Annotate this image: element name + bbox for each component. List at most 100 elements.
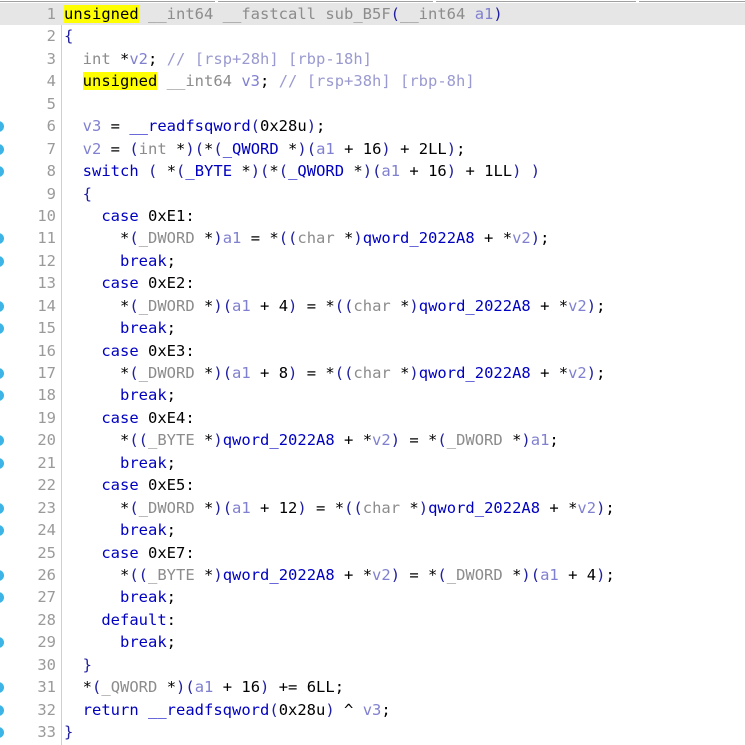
token-paren[interactable]: ) [409, 364, 418, 382]
code-line[interactable]: 24 break; [0, 519, 745, 541]
address-marker-icon[interactable] [0, 166, 4, 178]
token-punct[interactable]: * [204, 140, 213, 158]
token-paren[interactable]: ) [288, 297, 297, 315]
token-paren[interactable]: ) [288, 364, 297, 382]
breakpoint-marker-column[interactable] [0, 25, 14, 47]
breakpoint-marker-column[interactable] [0, 474, 14, 496]
code-line[interactable]: 32 return __readfsqword(0x28u) ^ v3; [0, 699, 745, 721]
token-punct[interactable]: + [391, 140, 419, 158]
token-paren[interactable]: ( [437, 431, 446, 449]
token-plain[interactable] [465, 5, 474, 23]
token-num[interactable]: 16 [241, 678, 260, 696]
token-punct[interactable]: * [503, 566, 521, 584]
token-punct[interactable]: * [157, 162, 176, 180]
token-var[interactable]: a1 [316, 140, 335, 158]
token-type[interactable]: __int64 [400, 5, 465, 23]
code-text[interactable]: break; [64, 519, 176, 541]
code-line[interactable]: 1 unsigned __int64 __fastcall sub_B5F(__i… [0, 3, 745, 26]
token-paren[interactable]: )( [521, 566, 540, 584]
token-plain[interactable] [64, 72, 83, 90]
token-num[interactable]: 0xE5 [148, 476, 185, 494]
token-kw[interactable]: default [101, 611, 166, 629]
code-text[interactable]: return __readfsqword(0x28u) ^ v3; [64, 699, 391, 721]
breakpoint-marker-column[interactable] [0, 676, 14, 698]
breakpoint-marker-column[interactable] [0, 407, 14, 429]
code-text[interactable]: unsigned __int64 __fastcall sub_B5F(__in… [64, 3, 503, 25]
code-line[interactable]: 6 v3 = __readfsqword(0x28u); [0, 115, 745, 137]
token-punct[interactable]: ; [167, 319, 176, 337]
token-var[interactable]: v3 [241, 72, 260, 90]
token-paren[interactable]: (( [279, 229, 298, 247]
token-paren[interactable]: (( [335, 364, 354, 382]
token-punct[interactable]: ; [260, 72, 269, 90]
token-punct[interactable]: * [195, 499, 213, 517]
code-text[interactable]: v2 = (int *)(*(_QWORD *)(a1 + 16) + 2LL)… [64, 138, 466, 160]
token-num[interactable]: 0xE2 [148, 274, 185, 292]
token-punct[interactable]: : [185, 476, 194, 494]
token-punct[interactable]: + [251, 364, 279, 382]
token-paren[interactable]: ( [251, 117, 260, 135]
code-text[interactable]: case 0xE3: [64, 340, 194, 362]
code-text[interactable]: break; [64, 317, 176, 339]
token-plain[interactable] [139, 701, 148, 719]
address-marker-icon[interactable] [0, 255, 4, 267]
token-comment[interactable]: // [rsp+28h] [rbp-18h] [167, 50, 372, 68]
token-paren[interactable]: ) [391, 431, 400, 449]
token-paren[interactable]: ) [260, 678, 269, 696]
token-punct[interactable]: * [195, 229, 213, 247]
token-punct[interactable]: ; [540, 229, 549, 247]
token-type[interactable]: _BYTE [148, 431, 195, 449]
code-text[interactable]: *((_BYTE *)qword_2022A8 + *v2) = *(_DWOR… [64, 564, 615, 586]
breakpoint-marker-column[interactable] [0, 362, 14, 384]
code-line[interactable]: 3 int *v2; // [rsp+28h] [rbp-18h] [0, 48, 745, 70]
token-plain[interactable] [64, 611, 101, 629]
token-paren[interactable]: ) [447, 162, 456, 180]
token-kw[interactable]: return [83, 701, 139, 719]
token-type[interactable]: char [353, 364, 390, 382]
token-punct[interactable]: + [335, 431, 363, 449]
token-num[interactable]: 6LL [307, 678, 335, 696]
token-plain[interactable] [64, 319, 120, 337]
token-paren[interactable]: ) [213, 566, 222, 584]
token-punct[interactable]: = [400, 431, 428, 449]
token-punct[interactable]: ; [596, 297, 605, 315]
token-plain[interactable] [64, 364, 120, 382]
token-paren[interactable]: ( [129, 140, 138, 158]
code-line[interactable]: 13 case 0xE2: [0, 272, 745, 294]
address-marker-icon[interactable] [0, 682, 4, 694]
breakpoint-marker-column[interactable] [0, 721, 14, 743]
token-punct[interactable]: ; [456, 140, 465, 158]
token-punct[interactable]: + [475, 229, 503, 247]
token-type[interactable]: _QWORD [101, 678, 157, 696]
token-punct[interactable]: : [167, 611, 176, 629]
token-paren[interactable]: (( [129, 566, 148, 584]
token-paren[interactable]: ) [307, 117, 316, 135]
address-marker-icon[interactable] [0, 143, 4, 155]
code-text[interactable]: } [64, 721, 73, 743]
breakpoint-marker-column[interactable] [0, 384, 14, 406]
token-paren[interactable]: ) [587, 297, 596, 315]
address-marker-icon[interactable] [0, 592, 4, 604]
code-text[interactable]: { [64, 183, 92, 205]
token-punct[interactable]: + [540, 499, 568, 517]
code-line[interactable]: 9 { [0, 183, 745, 205]
address-marker-icon[interactable] [0, 502, 4, 514]
code-line[interactable]: 21 break; [0, 452, 745, 474]
token-plain[interactable] [64, 678, 83, 696]
token-paren[interactable]: )( [213, 499, 232, 517]
token-punct[interactable]: * [111, 50, 129, 68]
token-punct[interactable]: ; [167, 386, 176, 404]
breakpoint-marker-column[interactable] [0, 250, 14, 272]
address-marker-icon[interactable] [0, 368, 4, 379]
token-plain[interactable] [64, 544, 101, 562]
token-fn[interactable]: qword_2022A8 [428, 499, 540, 517]
address-marker-icon[interactable] [0, 727, 4, 738]
token-plain[interactable] [64, 476, 101, 494]
breakpoint-marker-column[interactable] [0, 227, 14, 249]
token-punct[interactable]: + [531, 364, 559, 382]
token-var[interactable]: v3 [363, 701, 382, 719]
token-punct[interactable]: : [185, 274, 194, 292]
breakpoint-marker-column[interactable] [0, 340, 14, 362]
token-punct[interactable]: + [400, 162, 428, 180]
token-kw[interactable]: case [101, 342, 138, 360]
